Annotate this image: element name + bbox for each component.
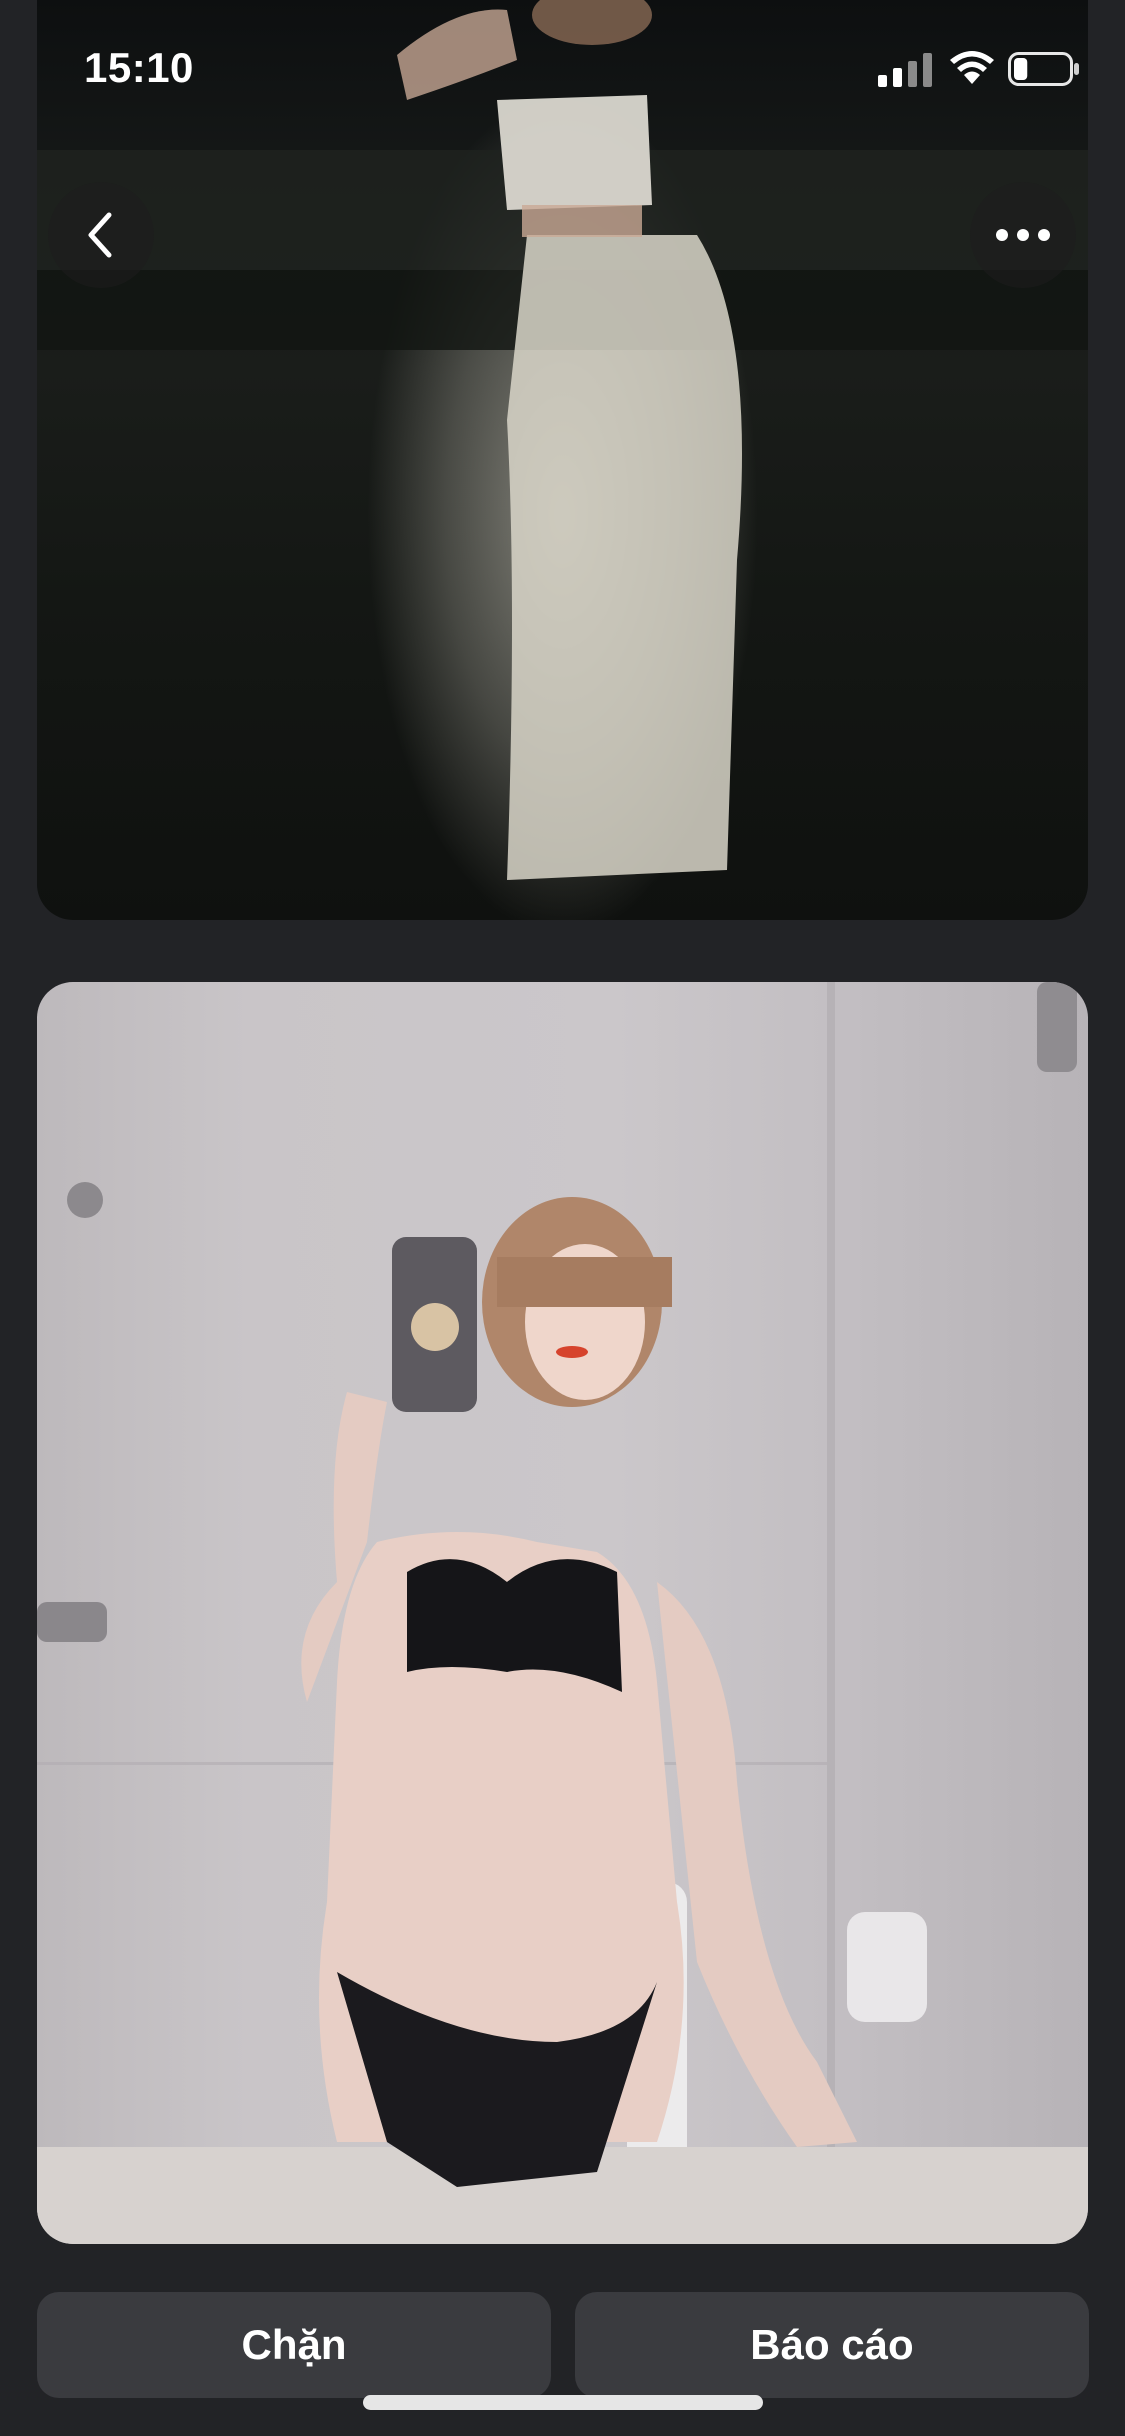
cellular-signal-icon — [878, 53, 932, 87]
status-bar: 15:10 — [0, 0, 1125, 130]
block-button[interactable]: Chặn — [37, 2292, 551, 2398]
screen: 15:10 Chặn Báo cáo — [0, 0, 1125, 2436]
photo-content — [37, 982, 1088, 2244]
battery-icon — [1008, 52, 1079, 86]
more-options-button[interactable] — [970, 182, 1076, 288]
block-button-label: Chặn — [241, 2321, 347, 2368]
photo-night-outdoor[interactable] — [37, 0, 1088, 920]
photo-mirror-selfie[interactable] — [37, 982, 1088, 2244]
back-button[interactable] — [48, 182, 154, 288]
report-button[interactable]: Báo cáo — [575, 2292, 1089, 2398]
home-indicator[interactable] — [363, 2395, 763, 2410]
photo-content — [37, 0, 1088, 880]
chevron-left-icon — [88, 212, 112, 258]
wifi-icon — [950, 51, 994, 84]
ellipsis-icon — [996, 229, 1050, 241]
status-time: 15:10 — [84, 44, 194, 91]
report-button-label: Báo cáo — [750, 2321, 914, 2368]
